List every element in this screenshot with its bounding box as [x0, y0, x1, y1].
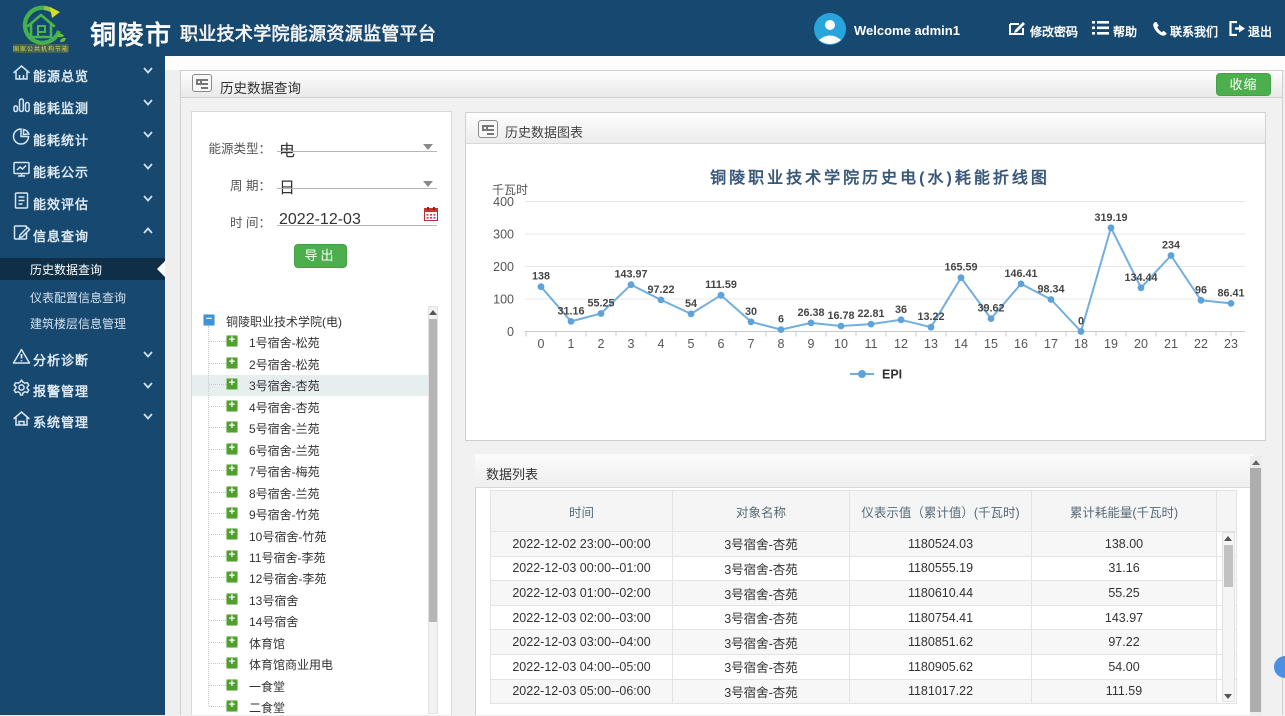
- svg-text:86.41: 86.41: [1217, 287, 1244, 299]
- svg-text:6: 6: [718, 337, 725, 351]
- svg-text:3: 3: [628, 337, 635, 351]
- svg-text:18: 18: [1074, 337, 1088, 351]
- svg-text:21: 21: [1164, 337, 1178, 351]
- svg-text:17: 17: [1044, 337, 1058, 351]
- svg-text:0: 0: [1078, 316, 1084, 328]
- svg-text:8: 8: [778, 337, 785, 351]
- svg-text:96: 96: [1195, 284, 1207, 296]
- svg-text:319.19: 319.19: [1094, 212, 1127, 224]
- svg-text:EPI: EPI: [882, 368, 902, 382]
- svg-text:55.25: 55.25: [587, 298, 614, 310]
- svg-text:111.59: 111.59: [705, 279, 737, 291]
- svg-text:5: 5: [688, 337, 695, 351]
- svg-text:0: 0: [538, 337, 545, 351]
- svg-text:146.41: 146.41: [1004, 268, 1037, 280]
- svg-text:6: 6: [778, 314, 784, 326]
- svg-text:22: 22: [1194, 337, 1208, 351]
- svg-text:36: 36: [895, 304, 907, 316]
- svg-text:4: 4: [658, 337, 665, 351]
- svg-text:54: 54: [685, 298, 697, 310]
- svg-text:97.22: 97.22: [647, 284, 674, 296]
- svg-text:20: 20: [1134, 337, 1148, 351]
- svg-text:39.62: 39.62: [977, 303, 1004, 315]
- svg-text:9: 9: [808, 337, 815, 351]
- svg-text:13.22: 13.22: [917, 311, 944, 323]
- svg-text:16: 16: [1014, 337, 1028, 351]
- svg-text:16.78: 16.78: [827, 310, 854, 322]
- svg-text:300: 300: [493, 228, 514, 242]
- svg-text:143.97: 143.97: [614, 269, 647, 281]
- svg-text:12: 12: [894, 337, 908, 351]
- svg-text:30: 30: [745, 306, 757, 318]
- svg-text:234: 234: [1162, 240, 1180, 252]
- svg-text:200: 200: [493, 260, 514, 274]
- svg-text:22.81: 22.81: [857, 308, 884, 320]
- svg-text:1: 1: [568, 337, 575, 351]
- svg-text:138: 138: [532, 271, 550, 283]
- svg-text:134.44: 134.44: [1124, 272, 1157, 284]
- svg-text:19: 19: [1104, 337, 1118, 351]
- svg-text:26.38: 26.38: [797, 307, 824, 319]
- svg-text:2: 2: [598, 337, 605, 351]
- svg-text:11: 11: [865, 337, 878, 351]
- svg-text:23: 23: [1224, 337, 1238, 351]
- svg-text:400: 400: [493, 195, 514, 209]
- svg-text:100: 100: [493, 293, 514, 307]
- svg-text:165.59: 165.59: [944, 262, 977, 274]
- svg-text:31.16: 31.16: [557, 305, 584, 317]
- svg-text:铜陵职业技术学院历史电(水)耗能折线图: 铜陵职业技术学院历史电(水)耗能折线图: [710, 168, 1050, 187]
- svg-text:15: 15: [984, 337, 998, 351]
- svg-text:0: 0: [507, 325, 514, 339]
- svg-text:98.34: 98.34: [1037, 284, 1064, 296]
- svg-text:10: 10: [834, 337, 848, 351]
- svg-text:13: 13: [924, 337, 938, 351]
- svg-text:14: 14: [954, 337, 968, 351]
- svg-text:7: 7: [748, 337, 755, 351]
